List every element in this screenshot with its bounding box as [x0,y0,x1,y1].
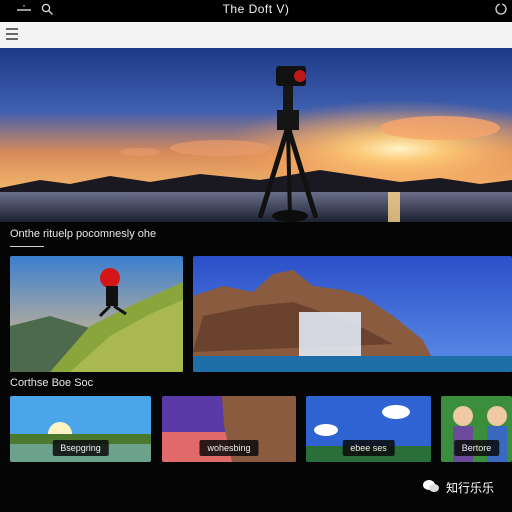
chat-logo-icon [422,479,440,496]
thumbnail-card-4[interactable]: Bertore [441,396,512,462]
thumbnail-label-1: Bsepgring [52,440,109,456]
thumbnail-label-3: ebee ses [342,440,395,456]
power-icon[interactable] [494,2,508,21]
thumbnail-label-2: wohesbing [199,440,259,456]
thumbnail-card-3[interactable]: ebee ses [306,396,431,462]
window-title: The Doft V) [222,2,290,16]
window-titlebar: The Doft V) [0,0,512,22]
watermark: 知行乐乐 [422,479,494,496]
thumbnail-card-2[interactable]: wohesbing [162,396,296,462]
thumbnail-card-1[interactable]: Bsepgring [10,396,151,462]
address-bar[interactable] [0,22,512,48]
section-title-2: Corthse Boe Soc [10,377,94,389]
section-title-1: Onthe rituelp pocomnesly ohe [10,228,157,240]
section-underline-1 [10,246,44,247]
featured-card-waterfall[interactable] [193,256,512,372]
hero-banner-image[interactable] [0,48,512,222]
watermark-text: 知行乐乐 [445,481,494,495]
featured-card-climber[interactable] [10,256,183,372]
titlebar-right-controls [494,2,508,21]
hamburger-icon[interactable] [6,28,18,40]
thumbnail-label-4: Bertore [453,440,500,456]
